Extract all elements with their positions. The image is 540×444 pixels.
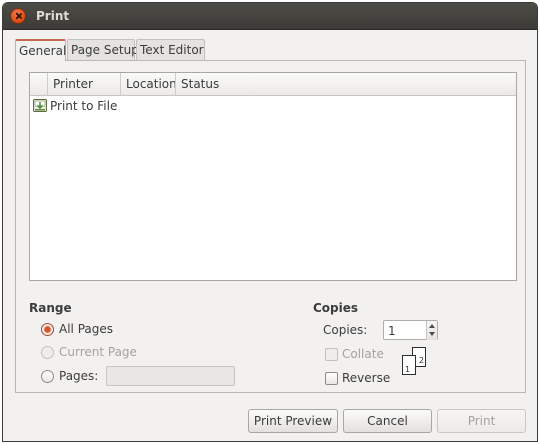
all-pages-label[interactable]: All Pages bbox=[59, 322, 113, 336]
pages-radio[interactable] bbox=[41, 370, 54, 383]
printer-list[interactable]: Printer Location Status Print to File bbox=[29, 72, 517, 281]
tab-general[interactable]: General bbox=[15, 39, 66, 61]
printer-name: Print to File bbox=[50, 99, 118, 113]
column-status[interactable]: Status bbox=[175, 73, 517, 96]
general-tab-panel: Printer Location Status Print to File Ra… bbox=[15, 60, 526, 393]
window-title: Print bbox=[36, 9, 70, 23]
chevron-up-icon[interactable] bbox=[429, 324, 435, 328]
copies-value[interactable]: 1 bbox=[388, 324, 396, 338]
close-icon[interactable] bbox=[10, 8, 26, 24]
collate-preview-icon: 2 1 bbox=[400, 347, 430, 379]
collate-checkbox bbox=[325, 348, 338, 361]
all-pages-radio[interactable] bbox=[41, 323, 54, 336]
copies-title: Copies bbox=[313, 301, 359, 315]
collate-page-front: 1 bbox=[402, 355, 416, 375]
column-printer[interactable]: Printer bbox=[47, 73, 120, 96]
current-page-label: Current Page bbox=[59, 345, 137, 359]
print-to-file-icon bbox=[33, 99, 47, 112]
column-location[interactable]: Location bbox=[120, 73, 177, 96]
range-title: Range bbox=[29, 301, 72, 315]
printer-row-print-to-file[interactable]: Print to File bbox=[30, 97, 516, 117]
printer-list-header: Printer Location Status bbox=[30, 73, 516, 96]
titlebar: Print bbox=[3, 3, 537, 30]
cancel-button[interactable]: Cancel bbox=[343, 409, 432, 433]
print-preview-button[interactable]: Print Preview bbox=[248, 409, 338, 433]
chevron-down-icon[interactable] bbox=[429, 332, 435, 336]
tab-text-editor[interactable]: Text Editor bbox=[136, 39, 205, 60]
pages-label[interactable]: Pages: bbox=[59, 369, 98, 383]
tab-page-setup[interactable]: Page Setup bbox=[67, 39, 139, 60]
current-page-radio bbox=[41, 346, 54, 359]
reverse-label[interactable]: Reverse bbox=[342, 371, 390, 385]
copies-stepper[interactable] bbox=[426, 321, 437, 340]
collate-label: Collate bbox=[342, 347, 384, 361]
reverse-checkbox[interactable] bbox=[325, 372, 338, 385]
pages-input[interactable] bbox=[106, 366, 235, 386]
copies-label: Copies: bbox=[323, 323, 368, 337]
print-button[interactable]: Print bbox=[437, 409, 526, 433]
copies-spinbutton[interactable]: 1 bbox=[383, 320, 438, 340]
print-dialog: Print General Page Setup Text Editor Pri… bbox=[2, 2, 538, 442]
